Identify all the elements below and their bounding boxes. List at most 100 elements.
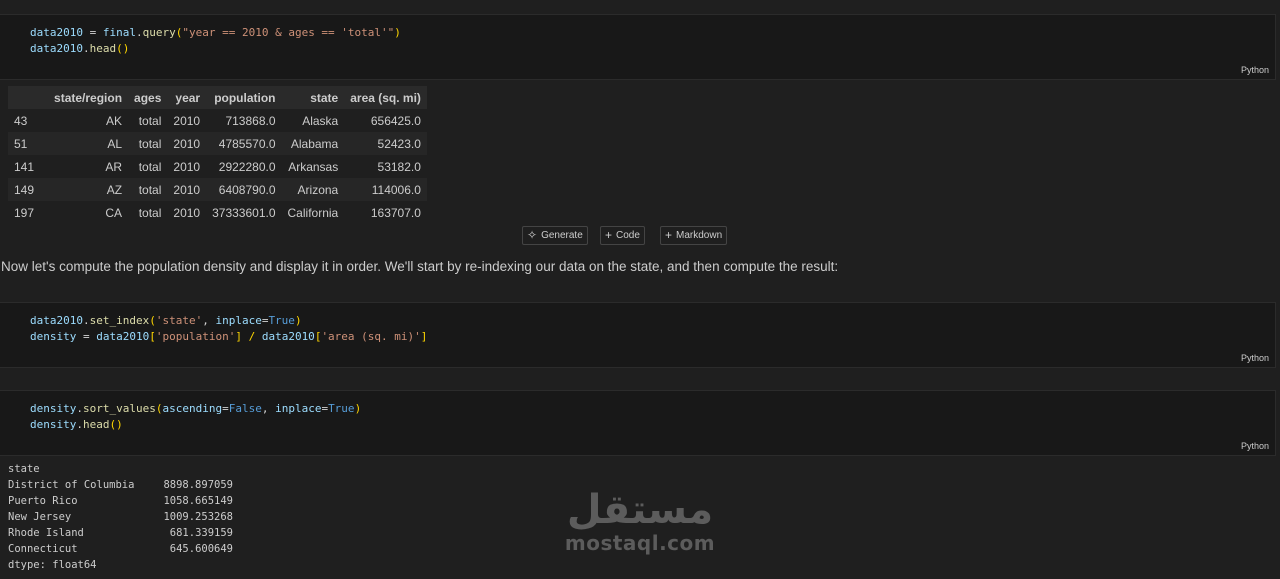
- table-cell: 37333601.0: [212, 205, 276, 220]
- table-cell: 2010: [173, 159, 201, 174]
- generate-button[interactable]: ✧ Generate: [522, 226, 588, 245]
- table-cell: 53182.0: [377, 159, 421, 174]
- watermark-latin: mostaql.com: [564, 531, 716, 555]
- code-token: False: [228, 402, 262, 415]
- code-cell-3[interactable]: density.sort_values(ascending=False, inp…: [0, 390, 1276, 456]
- table-cell: total: [138, 113, 162, 128]
- table-cell: Alabama: [281, 132, 345, 155]
- series-label: District of Columbia: [8, 479, 135, 491]
- code-token: final: [102, 26, 136, 39]
- table-cell: Arizona: [281, 178, 345, 201]
- table-cell: AZ: [48, 178, 129, 201]
- code-editor[interactable]: density.sort_values(ascending=False, inp…: [30, 401, 361, 433]
- table-cell: AR: [105, 159, 123, 174]
- markdown-cell[interactable]: Now let's compute the population density…: [1, 259, 838, 274]
- code-token: head: [82, 418, 110, 431]
- code-token: (): [116, 42, 130, 55]
- code-cell-1[interactable]: data2010 = final.query("year == 2010 & a…: [0, 14, 1276, 80]
- code-token: head: [89, 42, 117, 55]
- code-token: =: [222, 402, 229, 415]
- table-cell: total: [128, 132, 168, 155]
- table-cell: Alaska: [302, 113, 339, 128]
- table-cell: Arkansas: [288, 159, 339, 174]
- code-token: data2010: [96, 330, 150, 343]
- table-cell: AK: [106, 113, 123, 128]
- table-cell: 114006.0: [344, 178, 427, 201]
- code-token: =: [76, 330, 97, 343]
- table-header: population: [206, 86, 282, 109]
- table-cell: 2010: [167, 178, 207, 201]
- code-token: ): [394, 26, 401, 39]
- code-token: ,: [202, 314, 216, 327]
- code-token: .: [82, 314, 90, 327]
- table-cell: 656425.0: [370, 113, 421, 128]
- table-row: 197 CA total 2010 37333601.0 California …: [8, 201, 427, 224]
- table-header: ages: [128, 86, 168, 109]
- code-token: ] /: [235, 330, 262, 343]
- cell-language-label[interactable]: Python: [1241, 441, 1269, 451]
- code-token: ): [294, 314, 302, 327]
- table-cell: California: [287, 205, 339, 220]
- cell-language-label[interactable]: Python: [1241, 65, 1269, 75]
- code-token: 'area (sq. mi)': [321, 330, 421, 343]
- series-value: 681.339159: [169, 527, 233, 539]
- add-markdown-button[interactable]: + Markdown: [660, 226, 728, 245]
- generate-label: Generate: [541, 230, 583, 241]
- table-cell: CA: [105, 205, 123, 220]
- sparkle-icon: ✧: [527, 228, 538, 242]
- series-value: 645.600649: [169, 543, 233, 555]
- table-cell: total: [128, 178, 168, 201]
- table-cell: 713868.0: [225, 113, 276, 128]
- code-token: data2010: [261, 330, 315, 343]
- table-cell: 163707.0: [370, 205, 421, 220]
- code-token: inplace: [275, 402, 322, 415]
- code-token: inplace: [215, 314, 262, 327]
- code-token: .: [135, 26, 143, 39]
- table-cell: 197: [14, 205, 35, 220]
- plus-icon: +: [665, 228, 673, 242]
- code-token: [: [149, 330, 156, 343]
- series-value: 1058.665149: [163, 495, 233, 507]
- code-editor[interactable]: data2010.set_index('state', inplace = True…: [30, 313, 427, 345]
- series-output: state District of Columbia 8898.897059 Pu…: [8, 461, 233, 573]
- series-value: 1009.253268: [163, 511, 233, 523]
- add-cell-toolbar: ✧ Generate + Code + Markdown: [0, 226, 1252, 246]
- code-label: Code: [616, 230, 640, 241]
- code-token: data2010: [30, 42, 83, 55]
- code-token: (): [109, 418, 123, 431]
- table-header-row: state/region ages year population state …: [8, 86, 427, 109]
- code-token: ascending: [162, 402, 223, 415]
- series-label: Connecticut: [8, 543, 78, 555]
- table-cell: 2922280.0: [218, 159, 276, 174]
- dataframe-output: state/region ages year population state …: [8, 86, 427, 224]
- table-header: state: [281, 86, 345, 109]
- code-token: sort_values: [82, 402, 156, 415]
- add-code-button[interactable]: + Code: [600, 226, 645, 245]
- code-token: set_index: [89, 314, 150, 327]
- table-header: state/region: [48, 86, 129, 109]
- code-editor[interactable]: data2010 = final.query("year == 2010 & a…: [30, 25, 401, 57]
- code-token: query: [142, 26, 176, 39]
- table-cell: 149: [8, 178, 49, 201]
- code-token: data2010: [30, 314, 83, 327]
- table-cell: 2010: [173, 113, 201, 128]
- code-cell-2[interactable]: data2010.set_index('state', inplace = True…: [0, 302, 1276, 368]
- code-token: data2010: [30, 26, 83, 39]
- table-row: 43 AK total 2010 713868.0 Alaska 656425.…: [8, 109, 427, 132]
- table-header: year: [167, 86, 207, 109]
- table-cell: 4785570.0: [206, 132, 282, 155]
- table-cell: 2010: [173, 205, 201, 220]
- series-label: New Jersey: [8, 511, 72, 523]
- code-token: .: [76, 418, 83, 431]
- code-token: 'state': [155, 314, 203, 327]
- code-token: density: [30, 330, 77, 343]
- code-token: =: [82, 26, 103, 39]
- cell-language-label[interactable]: Python: [1241, 353, 1269, 363]
- markdown-label: Markdown: [676, 230, 723, 241]
- table-row: 141 AR total 2010 2922280.0 Arkansas 531…: [8, 155, 427, 178]
- code-token: True: [328, 402, 355, 415]
- code-token: density: [30, 418, 77, 431]
- series-label: Rhode Island: [8, 527, 84, 539]
- table-cell: total: [138, 205, 162, 220]
- watermark-logo: مستقل mostaql.com: [560, 488, 720, 554]
